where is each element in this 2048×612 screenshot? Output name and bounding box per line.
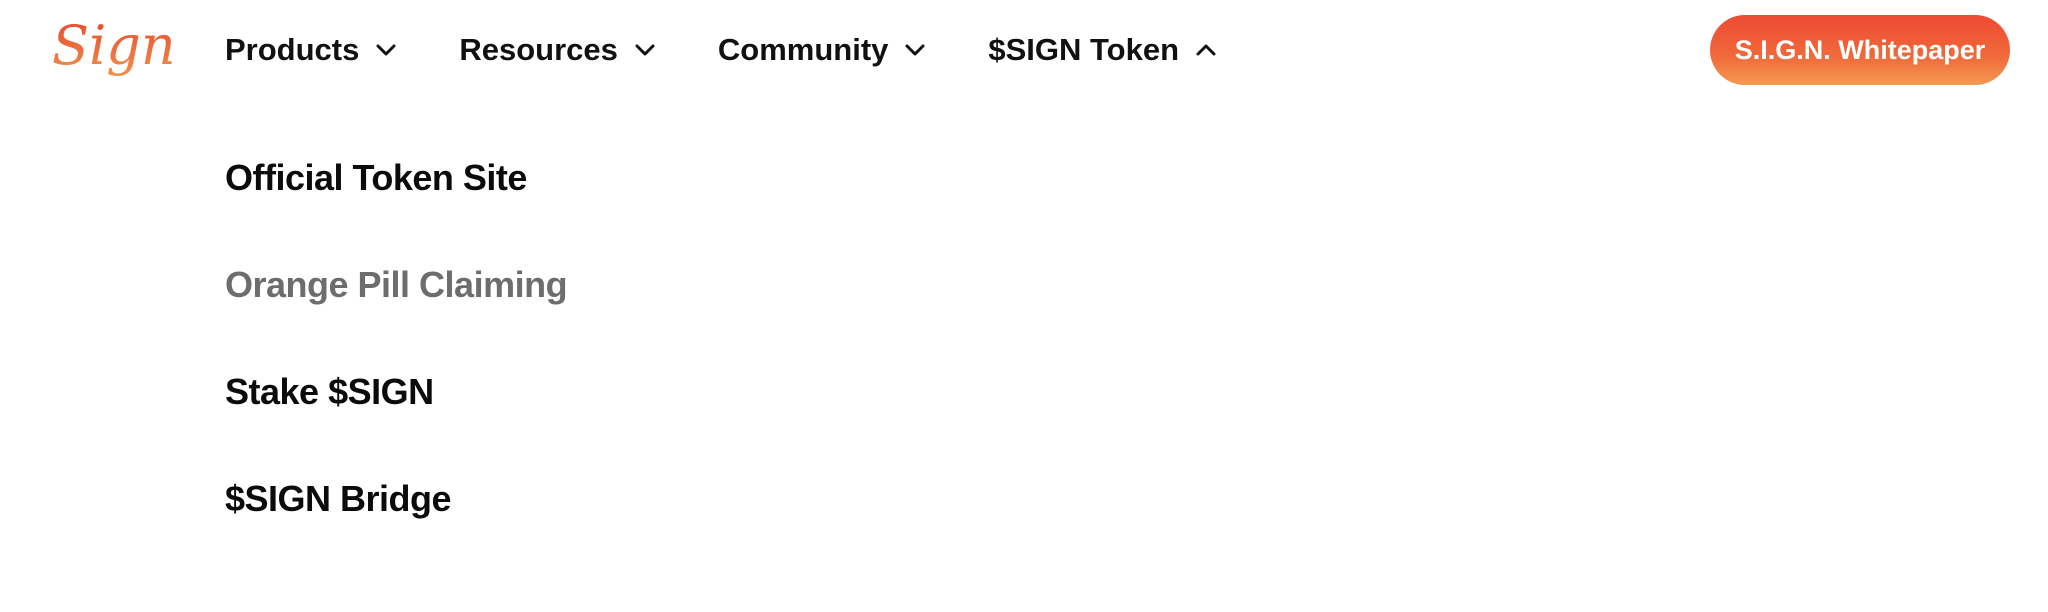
nav-resources[interactable]: Resources <box>459 32 656 68</box>
chevron-down-icon <box>905 44 925 56</box>
site-header: Sign Products Resources Community $SIGN … <box>0 0 2048 100</box>
nav-resources-label: Resources <box>459 32 618 67</box>
sign-token-dropdown: Official Token Site Orange Pill Claiming… <box>225 120 568 548</box>
dropdown-item-official-token-site[interactable]: Official Token Site <box>225 120 567 227</box>
svg-text:Sign: Sign <box>52 14 174 77</box>
nav-community-label: Community <box>717 32 889 67</box>
dropdown-item-stake-sign[interactable]: Stake $SIGN <box>225 334 567 441</box>
nav-products[interactable]: Products <box>225 32 397 68</box>
nav-products-label: Products <box>225 32 360 67</box>
dropdown-item-sign-bridge[interactable]: $SIGN Bridge <box>225 441 567 548</box>
nav-community[interactable]: Community <box>718 32 927 68</box>
whitepaper-button[interactable]: S.I.G.N. Whitepaper <box>1710 15 2010 85</box>
nav-sign-token-label: $SIGN Token <box>988 32 1180 67</box>
chevron-up-icon <box>1196 44 1216 56</box>
chevron-down-icon <box>376 44 396 56</box>
chevron-down-icon <box>635 44 655 56</box>
sign-logo[interactable]: Sign <box>50 14 174 84</box>
nav-sign-token[interactable]: $SIGN Token <box>988 32 1217 68</box>
main-nav: Products Resources Community $SIGN Token <box>225 0 1279 100</box>
dropdown-item-orange-pill-claiming[interactable]: Orange Pill Claiming <box>225 227 568 334</box>
